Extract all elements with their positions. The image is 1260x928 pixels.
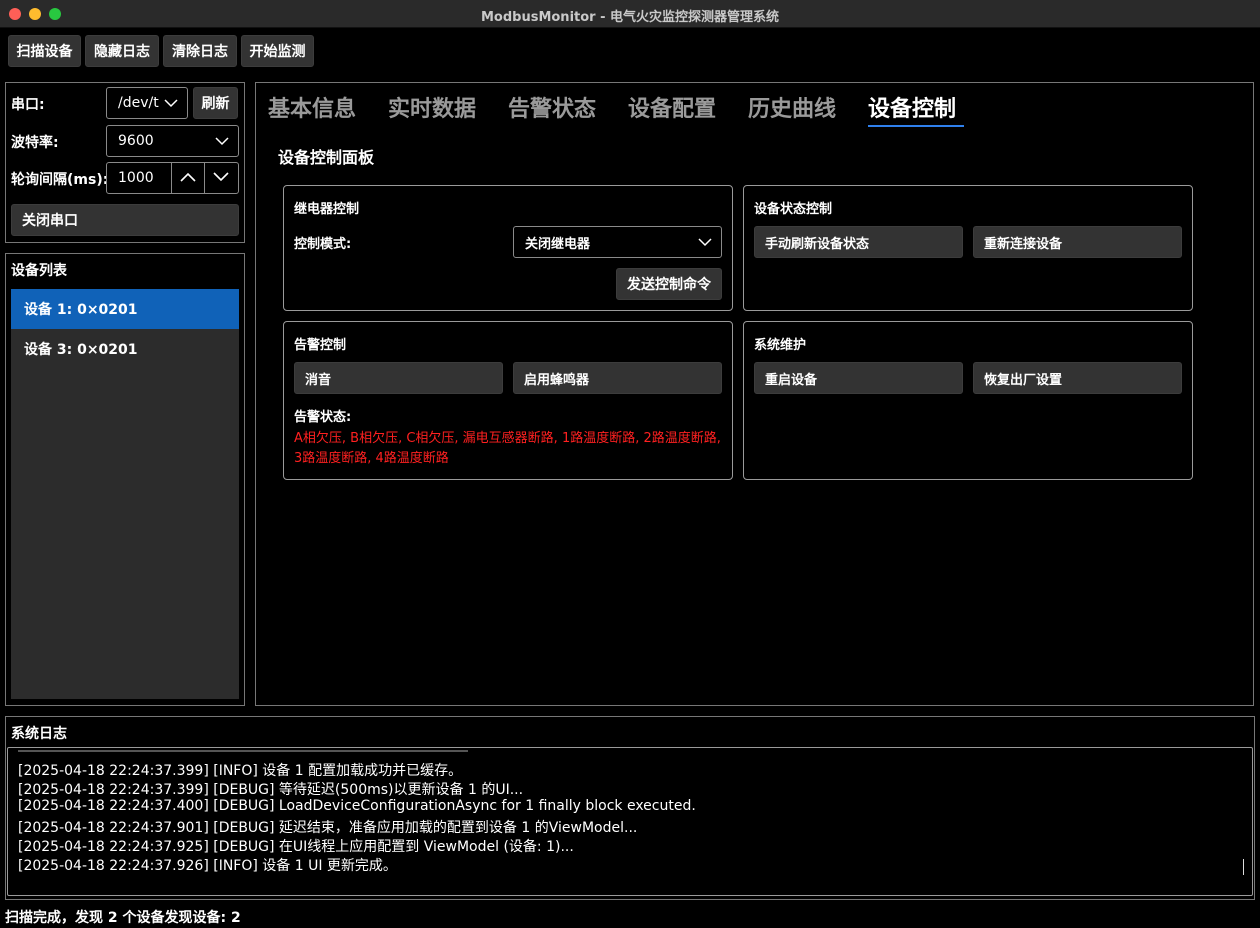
tab-history-chart[interactable]: 历史曲线 — [748, 91, 836, 123]
system-maintenance-title: 系统维护 — [754, 338, 807, 353]
relay-control-title: 继电器控制 — [294, 202, 360, 217]
active-tab-indicator — [868, 125, 964, 127]
manual-refresh-status-button[interactable]: 手动刷新设备状态 — [754, 226, 963, 258]
chevron-down-icon — [215, 137, 229, 146]
log-title: 系统日志 — [11, 726, 67, 742]
log-line: [2025-04-18 22:24:37.400] [DEBUG] LoadDe… — [18, 798, 696, 814]
log-line: [2025-04-18 22:24:37.399] [INFO] 设备 1 配置… — [18, 763, 463, 779]
system-maintenance-group — [743, 321, 1193, 480]
log-line: [2025-04-18 22:24:37.925] [DEBUG] 在UI线程上… — [18, 839, 574, 855]
log-scroll-remnant — [18, 748, 468, 753]
text-cursor — [1243, 859, 1244, 875]
decrement-icon[interactable] — [212, 171, 230, 183]
alarm-state-label: 告警状态: — [294, 410, 352, 425]
mute-button[interactable]: 消音 — [294, 362, 503, 394]
factory-reset-button[interactable]: 恢复出厂设置 — [973, 362, 1182, 394]
control-mode-select[interactable]: 关闭继电器 — [513, 226, 722, 258]
interval-label: 轮询间隔(ms): — [11, 172, 109, 188]
tab-device-control[interactable]: 设备控制 — [868, 91, 956, 123]
tab-realtime-data[interactable]: 实时数据 — [388, 91, 476, 123]
reconnect-device-button[interactable]: 重新连接设备 — [973, 226, 1182, 258]
log-line: [2025-04-18 22:24:37.901] [DEBUG] 延迟结束，准… — [18, 820, 638, 836]
refresh-ports-button[interactable]: 刷新 — [193, 87, 238, 119]
restart-device-button[interactable]: 重启设备 — [754, 362, 963, 394]
hide-log-button[interactable]: 隐藏日志 — [85, 35, 159, 67]
close-port-button[interactable]: 关闭串口 — [11, 204, 239, 236]
interval-value: 1000 — [118, 170, 154, 186]
device-list-item[interactable]: 设备 1: 0×0201 — [11, 289, 239, 329]
baud-select[interactable]: 9600 — [106, 125, 239, 157]
log-line: [2025-04-18 22:24:37.399] [DEBUG] 等待延迟(5… — [18, 782, 524, 798]
device-list-item[interactable]: 设备 3: 0×0201 — [11, 329, 239, 369]
log-textarea[interactable]: [2025-04-18 22:24:37.399] [INFO] 设备 1 配置… — [7, 747, 1253, 896]
tab-basic-info[interactable]: 基本信息 — [268, 91, 356, 123]
window-title: ModbusMonitor - 电气火灾监控探测器管理系统 — [480, 10, 780, 25]
clear-log-button[interactable]: 清除日志 — [163, 35, 237, 67]
increment-icon[interactable] — [179, 171, 197, 183]
title-bar: ModbusMonitor - 电气火灾监控探测器管理系统 — [0, 0, 1260, 28]
send-control-command-button[interactable]: 发送控制命令 — [616, 268, 722, 300]
device-list-title: 设备列表 — [11, 263, 67, 279]
alarm-control-title: 告警控制 — [294, 338, 347, 353]
alarm-state-text: A相欠压, B相欠压, C相欠压, 漏电互感器断路, 1路温度断路, 2路温度断… — [294, 431, 721, 466]
tab-device-config[interactable]: 设备配置 — [628, 91, 716, 123]
control-mode-value: 关闭继电器 — [525, 236, 591, 252]
start-monitor-button[interactable]: 开始监测 — [241, 35, 314, 67]
stepper-divider — [204, 163, 205, 193]
status-bar-text: 扫描完成，发现 2 个设备发现设备: 2 — [5, 910, 241, 926]
scan-devices-button[interactable]: 扫描设备 — [8, 35, 81, 67]
device-status-control-title: 设备状态控制 — [754, 202, 833, 217]
chevron-down-icon — [164, 99, 178, 108]
control-panel-title: 设备控制面板 — [278, 148, 375, 167]
enable-buzzer-button[interactable]: 启用蜂鸣器 — [513, 362, 722, 394]
baud-label: 波特率: — [11, 135, 59, 151]
stepper-divider — [171, 163, 172, 193]
port-select[interactable]: /dev/t — [106, 87, 188, 119]
tab-alarm-status[interactable]: 告警状态 — [508, 91, 596, 123]
control-mode-label: 控制模式: — [294, 237, 352, 252]
baud-value: 9600 — [118, 133, 154, 149]
port-label: 串口: — [11, 97, 45, 113]
log-line: [2025-04-18 22:24:37.926] [INFO] 设备 1 UI… — [18, 858, 397, 874]
chevron-down-icon — [698, 238, 712, 247]
port-value: /dev/t — [118, 95, 159, 111]
